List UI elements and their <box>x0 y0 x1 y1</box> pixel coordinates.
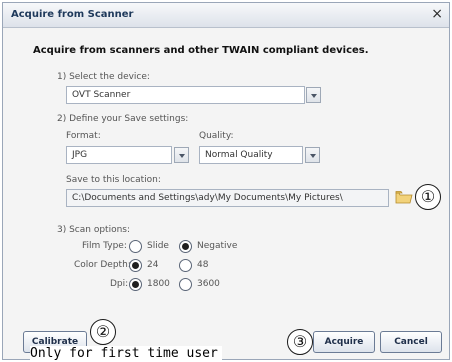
format-label: Format: <box>66 131 101 141</box>
cancel-button[interactable]: Cancel <box>380 331 442 353</box>
acquire-dialog: Acquire from Scanner × Acquire from scan… <box>2 2 450 360</box>
color-depth-24-radio[interactable] <box>129 259 142 272</box>
quality-label: Quality: <box>199 131 234 141</box>
dpi-label: Dpi: <box>110 279 129 289</box>
dpi-3600-label: 3600 <box>197 279 220 289</box>
acquire-button[interactable]: Acquire <box>313 331 375 353</box>
callout-3: ③ <box>287 329 313 355</box>
film-type-negative-label: Negative <box>197 241 238 251</box>
scan-options-label: 3) Scan options: <box>57 225 131 235</box>
dialog-heading: Acquire from scanners and other TWAIN co… <box>33 45 369 56</box>
quality-dropdown-button[interactable] <box>305 147 320 163</box>
color-depth-48-radio[interactable] <box>179 259 192 272</box>
film-type-slide-radio[interactable] <box>129 240 142 253</box>
film-type-label: Film Type: <box>82 241 127 251</box>
format-select[interactable]: JPG <box>66 146 172 164</box>
callout-2: ② <box>90 319 116 345</box>
quality-select[interactable]: Normal Quality <box>199 146 303 164</box>
window-title: Acquire from Scanner <box>11 9 134 20</box>
dpi-3600-radio[interactable] <box>179 278 192 291</box>
dpi-1800-label: 1800 <box>147 279 170 289</box>
device-select[interactable]: OVT Scanner <box>66 86 305 104</box>
callout-1: ① <box>415 184 441 210</box>
title-bar: Acquire from Scanner × <box>3 3 449 28</box>
device-label: 1) Select the device: <box>57 72 150 82</box>
color-depth-48-label: 48 <box>197 260 209 270</box>
color-depth-label: Color Depth: <box>74 260 131 270</box>
film-type-negative-radio[interactable] <box>179 240 192 253</box>
close-icon[interactable]: × <box>431 6 443 22</box>
folder-icon[interactable] <box>395 190 413 204</box>
color-depth-24-label: 24 <box>147 260 159 270</box>
film-type-slide-label: Slide <box>147 241 169 251</box>
save-settings-label: 2) Define your Save settings: <box>57 114 189 124</box>
dpi-1800-radio[interactable] <box>129 278 142 291</box>
location-label: Save to this location: <box>66 175 161 185</box>
format-dropdown-button[interactable] <box>174 147 189 163</box>
location-field[interactable]: C:\Documents and Settings\ady\My Documen… <box>66 189 389 207</box>
device-dropdown-button[interactable] <box>306 87 321 103</box>
first-time-note: Only for first time user <box>30 346 222 361</box>
